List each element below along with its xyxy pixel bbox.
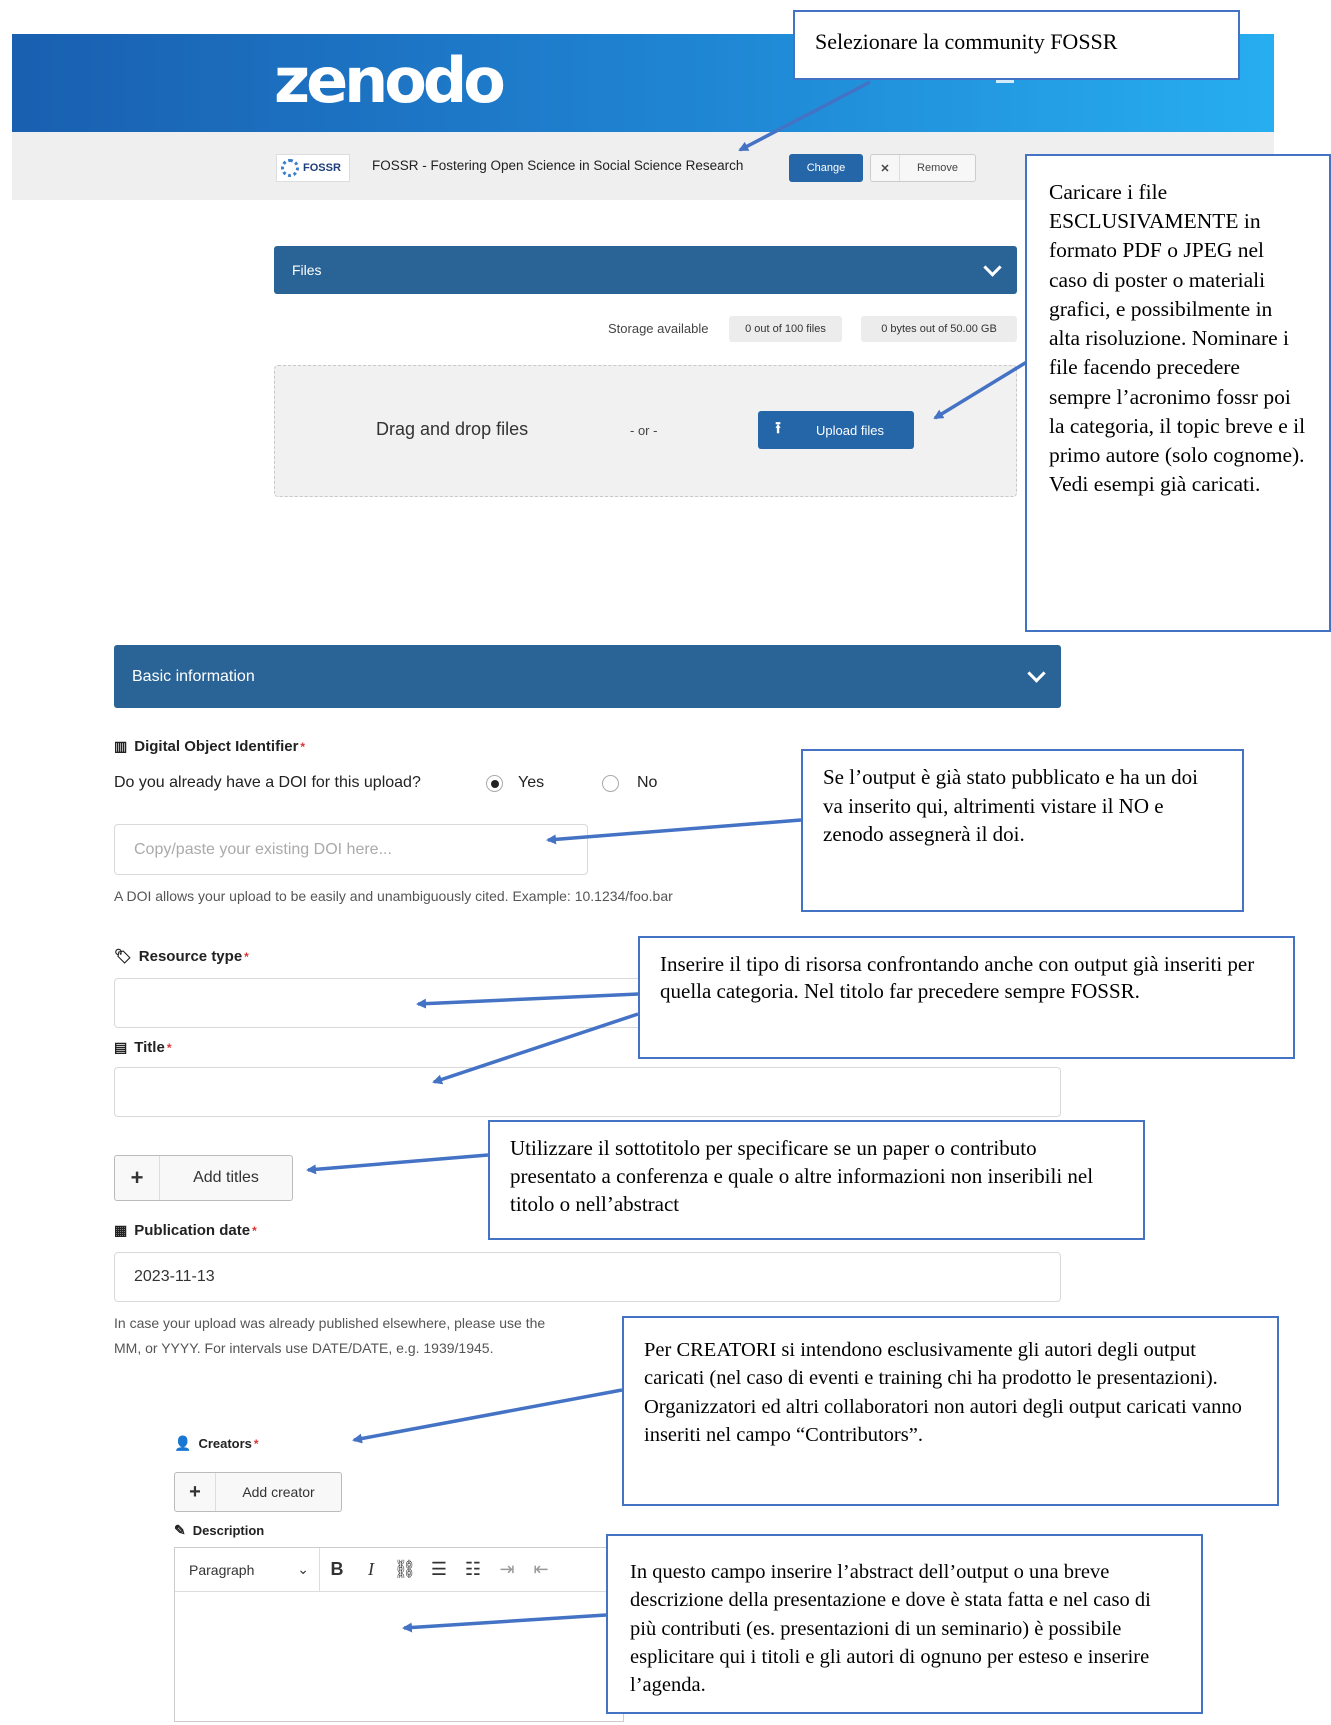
callout-doi: Se l’output è già stato pubblicato e ha … [801,749,1244,912]
arrow-title [432,1012,639,1085]
arrow-community [738,80,871,152]
arrow-creators [352,1388,623,1444]
callout-files: Caricare i file ESCLUSIVAMENTE in format… [1025,154,1331,632]
arrow-description [402,1613,607,1633]
callout-description: In questo campo inserire l’abstract dell… [606,1534,1203,1714]
callout-resource-type: Inserire il tipo di risorsa confrontando… [638,936,1295,1059]
callout-community: Selezionare la community FOSSR [793,10,1240,80]
arrow-add-titles [306,1153,489,1175]
arrow-upload [933,358,1031,420]
arrow-resource-type [416,992,639,1009]
callout-creators: Per CREATORI si intendono esclusivamente… [622,1316,1279,1506]
callout-subtitle: Utilizzare il sottotitolo per specificar… [488,1120,1145,1240]
arrow-doi [546,818,802,845]
